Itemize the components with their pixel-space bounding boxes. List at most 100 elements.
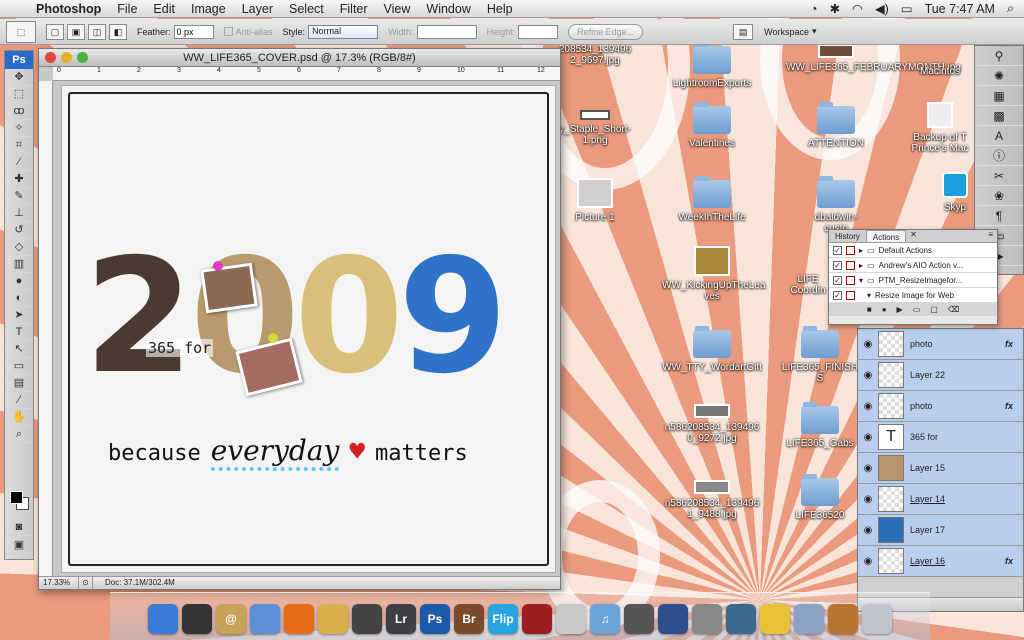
dock-scanner-icon[interactable] — [692, 604, 722, 634]
play-icon[interactable]: ▶ — [897, 305, 903, 314]
add-selection-icon[interactable]: ▣ — [67, 23, 85, 40]
styles-icon[interactable]: ▩ — [975, 106, 1023, 126]
trash-icon[interactable]: ⌫ — [948, 305, 959, 314]
fx-icon[interactable]: fx — [1005, 339, 1023, 349]
brush-tool-icon[interactable]: ✎ — [5, 188, 33, 205]
color-icon[interactable]: ✺ — [975, 66, 1023, 86]
layer-row[interactable]: ◉ Layer 15 — [858, 453, 1023, 484]
anti-alias-checkbox[interactable] — [223, 27, 233, 36]
new-selection-icon[interactable]: ▢ — [46, 23, 64, 40]
zoom-tool-icon[interactable]: ⌕ — [5, 426, 33, 443]
palette-well-icon[interactable]: ▤ — [733, 23, 754, 40]
chevron-down-icon[interactable]: ▾ — [812, 26, 817, 37]
screen-mode-icon[interactable]: ▣ — [5, 537, 33, 554]
dialog-toggle-icon[interactable] — [846, 245, 855, 255]
layer-row[interactable]: ◉ photo fx — [858, 391, 1023, 422]
foreground-color-swatch[interactable] — [10, 491, 23, 504]
magic-wand-tool-icon[interactable]: ✧ — [5, 120, 33, 137]
dialog-toggle-icon[interactable] — [846, 290, 855, 300]
menu-image[interactable]: Image — [183, 2, 234, 16]
brushes-icon[interactable]: ❀ — [975, 186, 1023, 206]
direct-selection-tool-icon[interactable]: ↖ — [5, 341, 33, 358]
desktop-file-icon[interactable]: n586208534_139496 1_9488.jpg — [662, 480, 762, 520]
zoom-level[interactable]: 17.33% — [39, 577, 79, 589]
fx-icon[interactable]: fx — [1005, 556, 1023, 566]
eye-icon[interactable]: ◉ — [858, 401, 878, 412]
menu-window[interactable]: Window — [418, 2, 478, 16]
dock-imovie-icon[interactable] — [624, 604, 654, 634]
menu-file[interactable]: File — [109, 2, 145, 16]
info-icon[interactable]: ⓘ — [975, 146, 1023, 166]
document-title-bar[interactable]: WW_LIFE365_COVER.psd @ 17.3% (RGB/8#) — [39, 49, 560, 67]
navigator-icon[interactable]: ⚲ — [975, 46, 1023, 66]
expand-arrow-icon[interactable]: ▸ — [859, 258, 863, 273]
intersect-selection-icon[interactable]: ◧ — [109, 23, 127, 40]
menu-view[interactable]: View — [376, 2, 419, 16]
expand-arrow-icon[interactable]: ▾ — [859, 288, 871, 303]
check-icon[interactable]: ✓ — [833, 245, 842, 255]
menu-edit[interactable]: Edit — [145, 2, 183, 16]
feather-input[interactable] — [173, 24, 214, 39]
eyedropper-tool-icon[interactable]: ⁄ — [5, 154, 33, 171]
eye-icon[interactable]: ◉ — [858, 556, 878, 567]
eye-icon[interactable]: ◉ — [858, 463, 878, 474]
style-select[interactable]: Normal — [308, 24, 379, 39]
desktop-folder-icon[interactable]: LIFE365_Gabs — [770, 402, 870, 449]
dock-flip-video-icon[interactable]: Flip — [488, 604, 518, 634]
eraser-tool-icon[interactable]: ◇ — [5, 239, 33, 256]
menu-layer[interactable]: Layer — [234, 2, 281, 16]
document-canvas[interactable]: 2 0 0 9 365 for because everyday ♥ matte… — [61, 85, 556, 573]
subtract-selection-icon[interactable]: ◫ — [88, 23, 106, 40]
healing-brush-tool-icon[interactable]: ✚ — [5, 171, 33, 188]
layer-row[interactable]: ◉ photo fx — [858, 329, 1023, 360]
desktop-app-icon[interactable]: Skyp — [935, 172, 975, 213]
action-set-row[interactable]: ✓ ▸ ▭ Default Actions — [829, 243, 997, 258]
clock[interactable]: Tue 7:47 AM — [925, 2, 995, 16]
marquee-tool-preset-icon[interactable]: ⬚ — [6, 20, 36, 43]
dock-time-machine-icon[interactable] — [726, 604, 756, 634]
menu-filter[interactable]: Filter — [332, 2, 376, 16]
stop-icon[interactable]: ■ — [867, 305, 872, 314]
path-selection-tool-icon[interactable]: ➤ — [5, 307, 33, 324]
app-menu[interactable]: Photoshop — [36, 2, 109, 16]
dock-itunes-icon[interactable]: ♫ — [590, 604, 620, 634]
action-set-row[interactable]: ✓ ▾ ▭ PTM_ResizeImagefor... — [829, 273, 997, 288]
check-icon[interactable]: ✓ — [833, 260, 842, 270]
wifi-icon[interactable]: ◠ — [852, 1, 863, 16]
expand-arrow-icon[interactable]: ▾ — [859, 273, 863, 288]
dock-photo-booth-icon[interactable] — [522, 604, 552, 634]
layer-row[interactable]: ◉ Layer 14 — [858, 484, 1023, 515]
eye-icon[interactable]: ◉ — [858, 370, 878, 381]
dock-mail-icon[interactable] — [250, 604, 280, 634]
record-icon[interactable]: ● — [882, 305, 887, 314]
tool-presets-icon[interactable]: ✂ — [975, 166, 1023, 186]
character-icon[interactable]: A — [975, 126, 1023, 146]
volume-icon[interactable]: ◀) — [875, 1, 889, 16]
eye-icon[interactable]: ◉ — [858, 494, 878, 505]
quick-mask-icon[interactable]: ◙ — [5, 519, 33, 536]
eyedropper-sample-icon[interactable]: ⁄ — [5, 392, 33, 409]
desktop-file-icon[interactable]: n586208534_139496 0_9272.jpg — [662, 404, 762, 444]
eye-icon[interactable]: ◉ — [858, 339, 878, 350]
dock-spaces-icon[interactable] — [658, 604, 688, 634]
desktop-folder-icon[interactable]: LIFE365_FINISH S — [770, 326, 870, 384]
desktop-file-icon[interactable]: WW_KickingUpTheLea ves — [662, 246, 765, 302]
layer-row[interactable]: ◉ Layer 22 — [858, 360, 1023, 391]
layer-row[interactable]: ◉ Layer 16 fx — [858, 546, 1023, 577]
tab-actions[interactable]: Actions — [865, 230, 907, 242]
desktop-folder-icon[interactable]: LIFE36520 — [770, 474, 870, 521]
dock-lightroom-icon[interactable]: Lr — [386, 604, 416, 634]
desktop-folder-icon[interactable]: ATTENTION — [786, 102, 886, 149]
check-icon[interactable]: ✓ — [833, 275, 842, 285]
new-action-icon[interactable]: ▢ — [930, 305, 938, 314]
desktop-drive-icon[interactable]: Backup of T Prince's Mac — [905, 102, 975, 154]
close-icon[interactable] — [45, 52, 56, 63]
fx-icon[interactable]: fx — [1005, 401, 1023, 411]
dock-disk-utility-icon[interactable] — [794, 604, 824, 634]
close-icon[interactable]: ✕ — [910, 230, 917, 242]
history-brush-tool-icon[interactable]: ↺ — [5, 222, 33, 239]
desktop-file-icon[interactable]: WW_LIFE365_FEBRUARYMONTH.jpg — [786, 44, 961, 73]
dock-script-editor-icon[interactable] — [318, 604, 348, 634]
desktop-folder-icon[interactable]: WeekInTheLife — [662, 176, 762, 223]
desktop-folder-icon[interactable]: LightroomExports — [662, 42, 762, 89]
